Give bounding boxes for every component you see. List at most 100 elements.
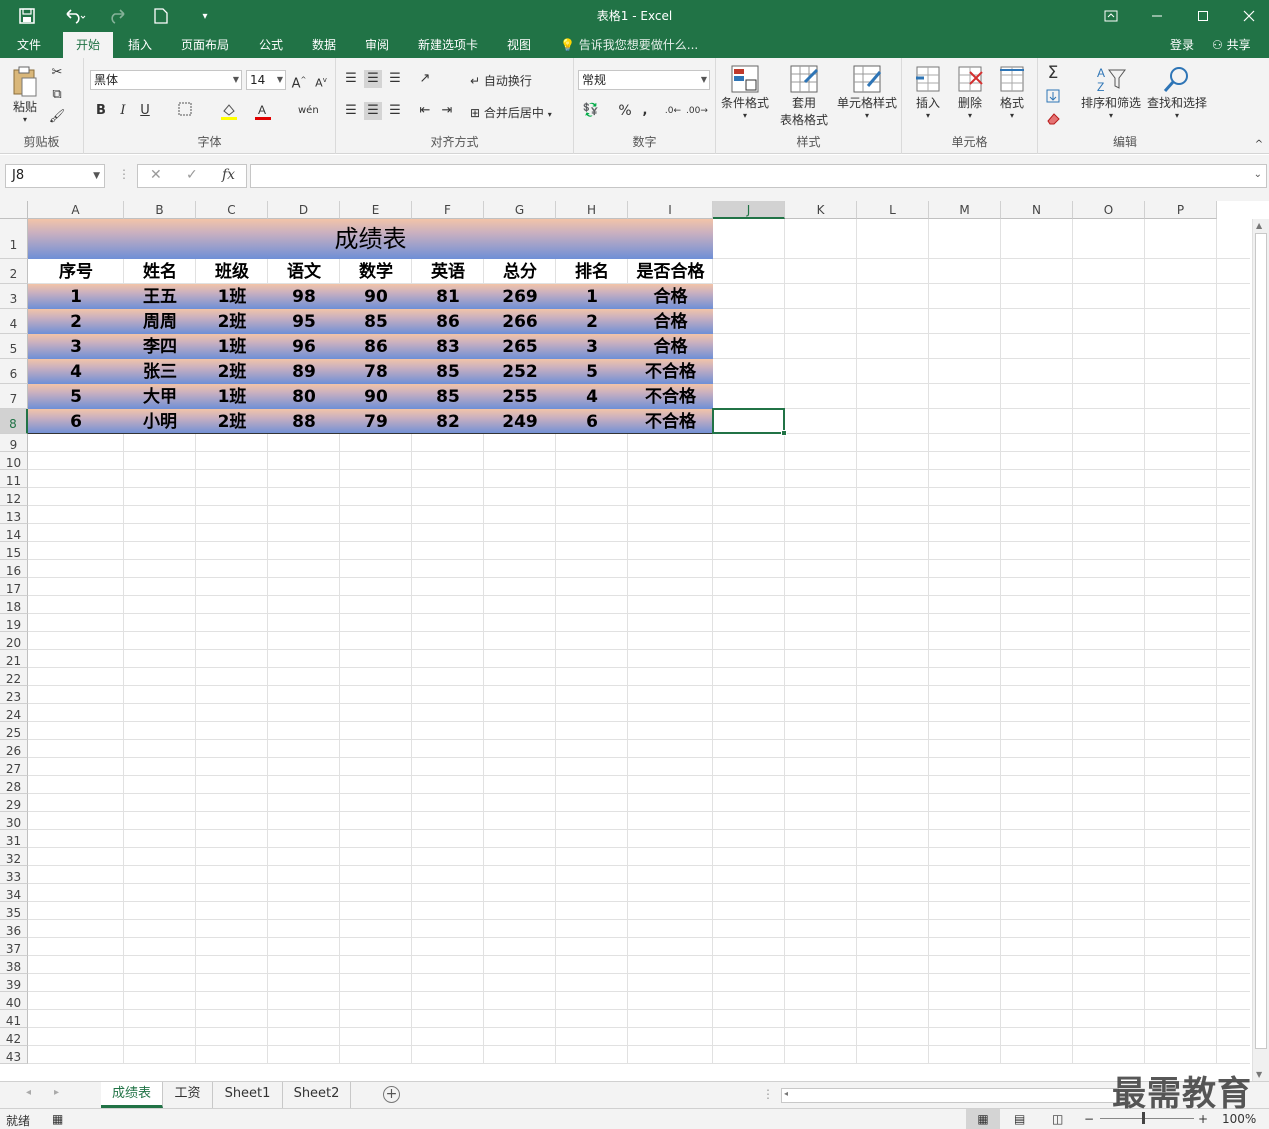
header-cell[interactable]: 排名 bbox=[556, 259, 628, 284]
sheet-tab-sheet2[interactable]: Sheet2 bbox=[283, 1082, 351, 1108]
add-sheet-icon[interactable]: + bbox=[383, 1086, 400, 1103]
data-cell[interactable]: 1班 bbox=[196, 334, 268, 359]
column-header[interactable]: C bbox=[196, 201, 268, 219]
decrease-decimal-icon[interactable]: .00→ bbox=[686, 102, 708, 120]
header-cell[interactable]: 是否合格 bbox=[628, 259, 713, 284]
data-cell[interactable]: 2班 bbox=[196, 409, 268, 434]
row-header[interactable]: 24 bbox=[0, 704, 28, 722]
orientation-icon[interactable]: ↗ bbox=[416, 70, 434, 88]
row-header[interactable]: 23 bbox=[0, 686, 28, 704]
row-header[interactable]: 37 bbox=[0, 938, 28, 956]
formula-input[interactable]: ⌄ bbox=[250, 164, 1267, 188]
data-cell[interactable]: 90 bbox=[340, 384, 412, 409]
font-size-combo[interactable]: 14 ▼ bbox=[246, 70, 286, 90]
data-cell[interactable]: 3 bbox=[28, 334, 124, 359]
macro-record-icon[interactable]: ▦ bbox=[52, 1112, 63, 1126]
percent-button[interactable]: % bbox=[616, 102, 634, 120]
data-cell[interactable]: 张三 bbox=[124, 359, 196, 384]
enter-icon[interactable]: ✓ bbox=[186, 167, 198, 183]
font-color-icon[interactable]: A bbox=[254, 102, 272, 120]
comma-button[interactable]: , bbox=[636, 102, 654, 120]
row-header[interactable]: 11 bbox=[0, 470, 28, 488]
row-header[interactable]: 38 bbox=[0, 956, 28, 974]
tab-insert[interactable]: 插入 bbox=[117, 32, 163, 58]
data-cell[interactable]: 85 bbox=[412, 359, 484, 384]
borders-icon[interactable] bbox=[176, 102, 194, 120]
tab-new-tab[interactable]: 新建选项卡 bbox=[408, 32, 488, 58]
data-cell[interactable]: 4 bbox=[28, 359, 124, 384]
data-cell[interactable]: 80 bbox=[268, 384, 340, 409]
row-header[interactable]: 18 bbox=[0, 596, 28, 614]
font-name-combo[interactable]: 黑体 ▼ bbox=[90, 70, 242, 90]
data-cell[interactable]: 2班 bbox=[196, 309, 268, 334]
select-all-corner[interactable] bbox=[0, 201, 28, 219]
data-cell[interactable]: 81 bbox=[412, 284, 484, 309]
collapse-ribbon-icon[interactable]: ^ bbox=[1250, 136, 1268, 154]
minimize-icon[interactable] bbox=[1134, 0, 1180, 32]
row-header[interactable]: 33 bbox=[0, 866, 28, 884]
column-header[interactable]: A bbox=[28, 201, 124, 219]
row-header[interactable]: 10 bbox=[0, 452, 28, 470]
cell-styles-button[interactable]: 单元格样式 ▾ bbox=[834, 64, 900, 120]
merge-center-button[interactable]: ⊞ 合并后居中 ▾ bbox=[470, 104, 552, 122]
bold-button[interactable]: B bbox=[92, 102, 110, 120]
data-cell[interactable]: 1 bbox=[556, 284, 628, 309]
tell-me-box[interactable]: 💡 告诉我您想要做什么... bbox=[560, 32, 698, 58]
data-cell[interactable]: 5 bbox=[28, 384, 124, 409]
fill-handle[interactable] bbox=[781, 430, 787, 436]
column-header[interactable]: D bbox=[268, 201, 340, 219]
increase-indent-icon[interactable]: ⇥ bbox=[438, 102, 456, 120]
data-cell[interactable]: 85 bbox=[340, 309, 412, 334]
increase-font-icon[interactable]: A^ bbox=[290, 71, 308, 91]
maximize-icon[interactable] bbox=[1180, 0, 1226, 32]
data-cell[interactable]: 6 bbox=[28, 409, 124, 434]
sheet-title-cell[interactable]: 成绩表 bbox=[28, 219, 713, 259]
row-header[interactable]: 43 bbox=[0, 1046, 28, 1064]
data-cell[interactable]: 88 bbox=[268, 409, 340, 434]
cancel-icon[interactable]: ✕ bbox=[150, 167, 162, 183]
zoom-slider-track[interactable] bbox=[1100, 1118, 1194, 1119]
data-cell[interactable]: 6 bbox=[556, 409, 628, 434]
save-icon[interactable] bbox=[14, 0, 40, 32]
scroll-up-icon[interactable]: ▲ bbox=[1256, 221, 1262, 230]
data-cell[interactable]: 252 bbox=[484, 359, 556, 384]
header-cell[interactable]: 姓名 bbox=[124, 259, 196, 284]
data-cell[interactable]: 82 bbox=[412, 409, 484, 434]
column-header[interactable]: I bbox=[628, 201, 713, 219]
scroll-down-icon[interactable]: ▼ bbox=[1256, 1070, 1262, 1079]
row-header[interactable]: 6 bbox=[0, 359, 28, 384]
data-cell[interactable]: 1 bbox=[28, 284, 124, 309]
row-header[interactable]: 20 bbox=[0, 632, 28, 650]
data-cell[interactable]: 不合格 bbox=[628, 359, 713, 384]
column-header[interactable]: K bbox=[785, 201, 857, 219]
share-button[interactable]: ⚇ 共享 bbox=[1212, 32, 1251, 58]
column-header[interactable]: L bbox=[857, 201, 929, 219]
data-cell[interactable]: 90 bbox=[340, 284, 412, 309]
data-cell[interactable]: 2班 bbox=[196, 359, 268, 384]
customize-toolbar-icon[interactable]: ▾ bbox=[196, 0, 214, 32]
tab-review[interactable]: 审阅 bbox=[354, 32, 400, 58]
data-cell[interactable]: 合格 bbox=[628, 284, 713, 309]
scroll-left-icon[interactable]: ◂ bbox=[784, 1089, 788, 1098]
data-cell[interactable]: 269 bbox=[484, 284, 556, 309]
data-cell[interactable]: 小明 bbox=[124, 409, 196, 434]
page-break-view-icon[interactable]: ◫ bbox=[1052, 1112, 1063, 1126]
next-sheet-icon[interactable]: ▸ bbox=[54, 1087, 59, 1098]
row-header[interactable]: 4 bbox=[0, 309, 28, 334]
column-header[interactable]: E bbox=[340, 201, 412, 219]
row-header[interactable]: 5 bbox=[0, 334, 28, 359]
data-cell[interactable]: 李四 bbox=[124, 334, 196, 359]
row-header[interactable]: 15 bbox=[0, 542, 28, 560]
header-cell[interactable]: 序号 bbox=[28, 259, 124, 284]
data-cell[interactable]: 85 bbox=[412, 384, 484, 409]
data-cell[interactable]: 2 bbox=[556, 309, 628, 334]
data-cell[interactable]: 5 bbox=[556, 359, 628, 384]
data-cell[interactable]: 4 bbox=[556, 384, 628, 409]
align-middle-icon[interactable]: ☰ bbox=[364, 70, 382, 88]
sheet-tab-sheet1[interactable]: Sheet1 bbox=[213, 1082, 283, 1108]
data-cell[interactable]: 2 bbox=[28, 309, 124, 334]
tab-view[interactable]: 视图 bbox=[496, 32, 542, 58]
row-header[interactable]: 34 bbox=[0, 884, 28, 902]
row-header[interactable]: 8 bbox=[0, 409, 28, 434]
data-cell[interactable]: 3 bbox=[556, 334, 628, 359]
